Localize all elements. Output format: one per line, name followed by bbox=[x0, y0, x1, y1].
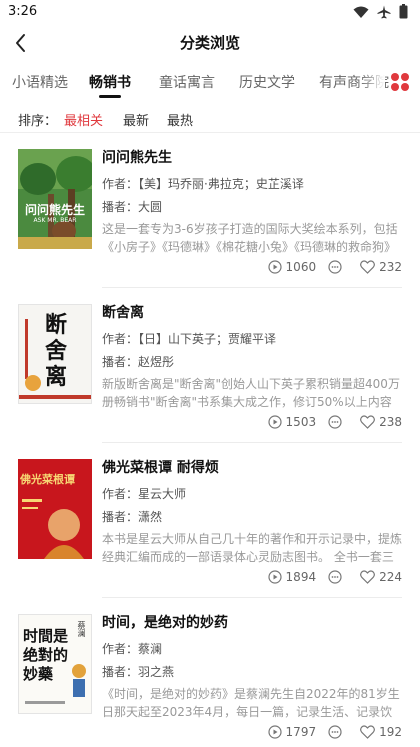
like-count-value: 192 bbox=[379, 725, 402, 739]
play-count: 1797 bbox=[267, 725, 317, 739]
like-count[interactable]: 224 bbox=[360, 570, 402, 584]
comment-icon bbox=[328, 725, 342, 739]
cover-subtitle: ASK MR. BEAR bbox=[33, 217, 77, 224]
tab-xiaoyu-picks[interactable]: 小语精选 bbox=[12, 72, 68, 92]
comment-count[interactable] bbox=[328, 725, 346, 739]
book-stats: 1894 224 bbox=[267, 570, 402, 584]
book-list-item[interactable]: 问问熊先生 ASK MR. BEAR 问问熊先生 作者：【美】玛乔丽·弗拉克；史… bbox=[0, 133, 420, 288]
cover-art bbox=[22, 499, 84, 559]
comment-count[interactable] bbox=[328, 570, 346, 584]
like-count-value: 232 bbox=[379, 260, 402, 274]
play-count: 1894 bbox=[267, 570, 317, 584]
header-bar: 分类浏览 bbox=[0, 24, 420, 62]
heart-icon bbox=[360, 260, 376, 274]
book-author: 作者：蔡澜 bbox=[102, 642, 163, 656]
book-list-item[interactable]: 断舍离 断舍离 作者：【日】山下英子；贾耀平译 播者：赵煜彤 新版断舍离是"断舍… bbox=[0, 288, 420, 443]
book-author: 作者：星云大师 bbox=[102, 487, 187, 501]
sort-hottest[interactable]: 最热 bbox=[167, 110, 193, 129]
status-time: 3:26 bbox=[8, 4, 38, 19]
like-count-value: 224 bbox=[379, 570, 402, 584]
book-cover: 断舍离 bbox=[18, 304, 92, 404]
book-description: 新版断舍离是"断舍离"创始人山下英子累积销量超400万册畅销书"断舍离"书系集大… bbox=[102, 377, 400, 409]
play-icon bbox=[267, 260, 282, 274]
cover-badge bbox=[25, 375, 41, 391]
play-icon bbox=[267, 415, 282, 429]
play-count-value: 1060 bbox=[285, 260, 317, 274]
like-count[interactable]: 238 bbox=[360, 415, 402, 429]
book-stats: 1060 232 bbox=[267, 260, 402, 274]
book-description: 《时间，是绝对的妙药》是蔡澜先生自2022年的81岁生日那天起至2023年4月，… bbox=[102, 687, 400, 719]
book-stats: 1797 192 bbox=[267, 725, 402, 739]
heart-icon bbox=[360, 415, 376, 429]
sort-bar: 排序： 最相关 最新 最热 bbox=[0, 102, 420, 132]
comment-icon bbox=[328, 260, 342, 274]
page-title: 分类浏览 bbox=[179, 34, 240, 52]
active-tab-indicator bbox=[99, 95, 121, 98]
comment-icon bbox=[328, 415, 342, 429]
book-title: 问问熊先生 bbox=[102, 150, 172, 166]
play-count-value: 1894 bbox=[285, 570, 317, 584]
book-stats: 1503 238 bbox=[267, 415, 402, 429]
cover-art bbox=[25, 664, 86, 704]
comment-icon bbox=[328, 570, 342, 584]
book-list-item[interactable]: 时間是绝對的妙藥 蔡澜 时间，是绝对的妙药 作者：蔡澜 播者：羽之燕 《时间，是… bbox=[0, 598, 420, 747]
cover-art bbox=[18, 149, 92, 249]
book-list-item[interactable]: 佛光菜根谭 佛光菜根谭 耐得烦 作者：星云大师 播者：潇然 本书是星云大师从自己… bbox=[0, 443, 420, 598]
book-description: 本书是星云大师从自己几十年的著作和开示记录中，提炼经典汇编而成的一部语录体心灵励… bbox=[102, 532, 402, 564]
category-tabs: 小语精选 畅销书 童话寓言 历史文学 有声商学院 bbox=[0, 64, 420, 100]
book-title: 时间，是绝对的妙药 bbox=[102, 615, 228, 631]
book-narrator: 播者：羽之燕 bbox=[102, 665, 175, 679]
book-title: 佛光菜根谭 耐得烦 bbox=[102, 460, 219, 476]
book-narrator: 播者：潇然 bbox=[102, 510, 163, 524]
battery-icon bbox=[399, 4, 408, 19]
like-count-value: 238 bbox=[379, 415, 402, 429]
book-description: 这是一套专为3-6岁孩子打造的国际大奖绘本系列，包括《小房子》《玛德琳》《棉花糖… bbox=[102, 222, 398, 254]
cover-title: 问问熊先生 bbox=[24, 203, 85, 217]
sort-relevance[interactable]: 最相关 bbox=[64, 110, 103, 129]
heart-icon bbox=[360, 570, 376, 584]
book-narrator: 播者：赵煜彤 bbox=[102, 355, 175, 369]
book-author: 作者：【日】山下英子；贾耀平译 bbox=[102, 332, 277, 346]
tab-history-literature[interactable]: 历史文学 bbox=[239, 72, 295, 92]
grid-dots-icon bbox=[391, 73, 409, 91]
like-count[interactable]: 232 bbox=[360, 260, 402, 274]
book-cover: 问问熊先生 ASK MR. BEAR bbox=[18, 149, 92, 249]
status-bar: 3:26 bbox=[0, 0, 420, 24]
tab-fairy-tales[interactable]: 童话寓言 bbox=[159, 72, 215, 92]
play-count: 1503 bbox=[267, 415, 317, 429]
book-narrator: 播者：大圆 bbox=[102, 200, 163, 214]
heart-icon bbox=[360, 725, 376, 739]
sort-newest[interactable]: 最新 bbox=[123, 110, 149, 129]
cover-footer bbox=[19, 395, 91, 399]
tabs-fade-overlay bbox=[360, 64, 385, 100]
book-title: 断舍离 bbox=[102, 305, 144, 321]
comment-count[interactable] bbox=[328, 415, 346, 429]
play-icon bbox=[267, 570, 282, 584]
all-categories-button[interactable] bbox=[390, 72, 410, 92]
book-cover: 时間是绝對的妙藥 蔡澜 bbox=[18, 614, 92, 714]
play-count-value: 1797 bbox=[285, 725, 317, 739]
sort-label: 排序： bbox=[18, 114, 58, 129]
comment-count[interactable] bbox=[328, 260, 346, 274]
book-author: 作者：【美】玛乔丽·弗拉克；史芷溪译 bbox=[102, 177, 304, 191]
play-count: 1060 bbox=[267, 260, 317, 274]
cover-stripe bbox=[25, 319, 28, 379]
tab-bestsellers[interactable]: 畅销书 bbox=[89, 72, 131, 92]
airplane-icon bbox=[377, 5, 391, 18]
wifi-icon bbox=[353, 6, 369, 18]
book-cover: 佛光菜根谭 bbox=[18, 459, 92, 559]
status-icons bbox=[353, 4, 408, 19]
play-count-value: 1503 bbox=[285, 415, 317, 429]
cover-title: 断舍离 bbox=[44, 313, 67, 390]
play-icon bbox=[267, 725, 282, 739]
like-count[interactable]: 192 bbox=[360, 725, 402, 739]
